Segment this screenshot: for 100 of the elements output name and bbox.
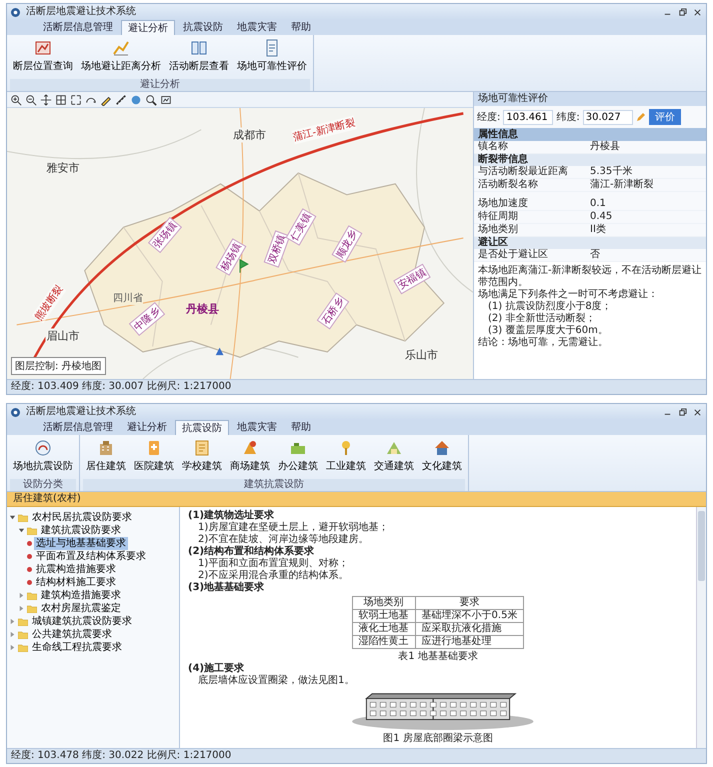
ribbon-tab[interactable]: 活断层信息管理 [37, 420, 119, 435]
pan-icon[interactable] [40, 94, 52, 106]
ribbon-button[interactable]: 医院建筑 [131, 437, 177, 479]
ribbon-tab[interactable]: 帮助 [285, 20, 317, 35]
property-value: 蒲江-新津断裂 [590, 179, 655, 191]
ribbon-button[interactable]: 商场建筑 [227, 437, 273, 479]
conditions-intro: 场地满足下列条件之一时可不考虑避让： [478, 289, 659, 300]
zoom-out-icon[interactable] [25, 94, 37, 106]
ribbon-tab[interactable]: 避让分析 [121, 420, 173, 435]
expand-icon[interactable] [18, 605, 25, 612]
ribbon-button[interactable]: 文化建筑 [419, 437, 465, 479]
ribbon-tab[interactable]: 地震灾害 [231, 420, 283, 435]
tree-item[interactable]: 结构材料施工要求 [34, 576, 118, 589]
tree-item[interactable]: 农村民居抗震设防要求 [30, 511, 134, 524]
restore-icon[interactable] [678, 8, 687, 16]
fault-label: 蒲江-新津断裂 [291, 115, 356, 144]
property-name: 与活动断裂最近距离 [478, 166, 569, 178]
tree-item[interactable]: 选址与地基基础要求 [34, 537, 128, 550]
ribbon-tab[interactable]: 避让分析 [121, 20, 175, 35]
body-text: 底层墙体应设置圈梁，做法见图1。 [197, 675, 356, 687]
layer-label[interactable]: 图层控制: 丹棱地图 [11, 357, 106, 375]
latitude-field[interactable]: 30.027 [582, 110, 633, 124]
tree-item[interactable]: 建筑抗震设防要求 [39, 524, 123, 537]
map[interactable]: 成都市 雅安市 眉山市 乐山市 四川省 丹棱县 蒲江-新津断裂 熊坡断裂 张场镇 杨场镇 双桥镇 仁美镇 顺龙乡 石桥乡 中隆乡 安福镇 图层控制: 丹棱地图 [7, 108, 473, 379]
table-header: 要求 [415, 596, 524, 610]
ribbon-tab[interactable]: 帮助 [285, 420, 317, 435]
tree-item[interactable]: 农村房屋抗震鉴定 [39, 602, 123, 615]
expand-icon[interactable] [9, 644, 16, 651]
field-label: 经度: [477, 110, 500, 124]
restore-icon[interactable] [678, 408, 687, 416]
ribbon-button[interactable]: 活动断层查看 [166, 37, 232, 79]
field-label: 纬度: [556, 110, 580, 124]
section-header: 属性信息 [474, 128, 706, 141]
full-extent-icon[interactable] [70, 94, 82, 106]
condition-item: (1) 抗震设防烈度小于8度； [487, 301, 613, 312]
body-text: 2)不应采用混合承重的结构体系。 [197, 570, 350, 582]
tree-item[interactable]: 建筑构造措施要求 [39, 589, 123, 602]
window-title: 活断层地震避让技术系统 [26, 5, 137, 19]
expand-icon[interactable] [18, 592, 25, 599]
tree-item[interactable]: 城镇建筑抗震设防要求 [30, 615, 134, 628]
property-value: 0.45 [590, 211, 614, 223]
ribbon-tab[interactable]: 抗震设防 [177, 20, 229, 35]
grid-icon[interactable] [55, 94, 67, 106]
search-icon[interactable] [145, 94, 157, 106]
bullet-icon [27, 554, 32, 559]
collapse-icon[interactable] [18, 527, 25, 534]
longitude-field[interactable]: 103.461 [503, 110, 554, 124]
ribbon-button[interactable]: 交通建筑 [371, 437, 417, 479]
ruler-icon[interactable] [115, 94, 127, 106]
property-name: 场地类别 [478, 224, 519, 236]
tree-item[interactable]: 抗震构造措施要求 [34, 563, 118, 576]
province-label: 四川省 [113, 290, 144, 305]
property-name: 活动断裂名称 [478, 179, 539, 191]
ribbon-button[interactable]: 场地避让距离分析 [78, 37, 164, 79]
close-icon[interactable] [693, 8, 702, 16]
tree-item[interactable]: 平面布置及结构体系要求 [34, 550, 148, 563]
gauge-icon [33, 438, 53, 458]
zoom-in-icon[interactable] [10, 94, 22, 106]
scrollbar[interactable] [696, 507, 706, 748]
tree-item[interactable]: 公共建筑抗震要求 [30, 628, 114, 641]
conclusion-text: 结论：场地可靠，无需避让。 [478, 337, 609, 349]
content-title-bar: 居住建筑(农村) [7, 492, 706, 507]
table-cell: 软弱土地基 [352, 610, 416, 622]
ribbon-tab[interactable]: 活断层信息管理 [37, 20, 119, 35]
expand-icon[interactable] [9, 618, 16, 625]
property-name: 是否处于避让区 [478, 249, 549, 261]
property-name: 镇名称 [478, 141, 509, 153]
ribbon-button[interactable]: 场地抗震设防 [10, 437, 76, 479]
group-label: 设防分类 [10, 479, 76, 491]
table-cell: 液化土地基 [352, 622, 416, 636]
evaluate-button[interactable]: 评价 [648, 109, 681, 125]
app-logo-icon [11, 408, 20, 416]
expand-icon[interactable] [9, 631, 16, 638]
group-label: 建筑抗震设防 [83, 479, 465, 491]
ribbon-tab[interactable]: 抗震设防 [175, 420, 229, 435]
body-text: 1)平面和立面布置宜规则、对称； [197, 558, 350, 570]
ribbon-button[interactable]: 场地可靠性评价 [234, 37, 310, 79]
flag-icon [239, 259, 249, 274]
property-value: II类 [590, 224, 607, 236]
property-value: 丹棱县 [590, 141, 621, 153]
ribbon-button[interactable]: 学校建筑 [179, 437, 225, 479]
section-heading: (2)结构布置和结构体系要求 [188, 546, 316, 558]
group-label: 避让分析 [10, 79, 310, 91]
property-value: 5.35千米 [590, 166, 634, 178]
panel-title: 场地可靠性评价 [474, 92, 706, 106]
ribbon-tab[interactable]: 地震灾害 [231, 20, 283, 35]
picture-icon[interactable] [160, 94, 172, 106]
status-bar: 经度: 103.478 纬度: 30.022 比例尺: 1:217000 [7, 748, 706, 763]
ribbon-button[interactable]: 居住建筑 [83, 437, 129, 479]
condition-item: (2) 非全新世活动断裂； [487, 313, 596, 324]
property-group: 避让区 [474, 237, 706, 249]
property-group: 断裂带信息 [474, 154, 706, 166]
tree-item[interactable]: 生命线工程抗震要求 [30, 641, 124, 654]
ribbon-button[interactable]: 工业建筑 [323, 437, 369, 479]
collapse-icon[interactable] [9, 514, 16, 521]
table-header: 场地类别 [352, 596, 416, 610]
ribbon-button[interactable]: 断层位置查询 [10, 37, 76, 79]
close-icon[interactable] [693, 408, 702, 416]
bullet-icon [27, 567, 32, 572]
ribbon-button[interactable]: 办公建筑 [275, 437, 321, 479]
